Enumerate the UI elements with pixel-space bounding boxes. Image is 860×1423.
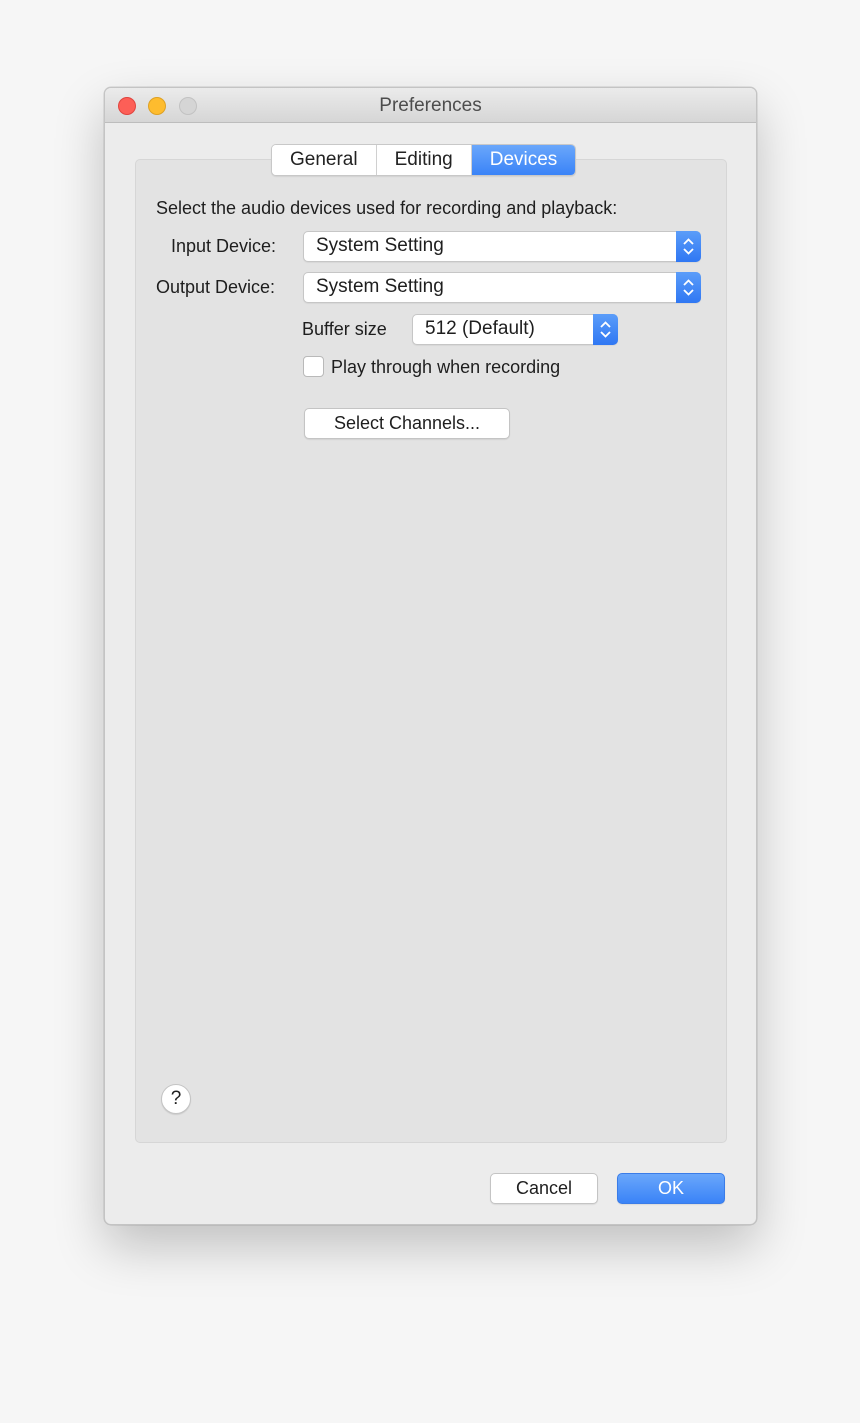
buffer-size-label: Buffer size [302, 319, 387, 339]
devices-panel [135, 159, 727, 1143]
play-through-checkbox[interactable] [303, 356, 324, 377]
buffer-size-select[interactable]: 512 (Default) [412, 314, 618, 345]
output-device-label: Output Device: [156, 277, 276, 297]
tab-bar: General Editing Devices [271, 144, 577, 176]
chevron-up-down-icon [676, 231, 701, 262]
output-device-value: System Setting [316, 276, 444, 297]
input-device-value: System Setting [316, 235, 444, 256]
title-bar[interactable]: Preferences [105, 88, 756, 123]
preferences-window: Preferences General Editing Devices Sele… [104, 87, 757, 1225]
output-device-select[interactable]: System Setting [303, 272, 701, 303]
devices-description: Select the audio devices used for record… [156, 198, 618, 218]
buffer-size-value: 512 (Default) [425, 318, 535, 339]
tab-devices[interactable]: Devices [471, 145, 576, 175]
tab-general[interactable]: General [272, 145, 377, 175]
input-device-select[interactable]: System Setting [303, 231, 701, 262]
tab-editing[interactable]: Editing [376, 145, 472, 175]
cancel-button[interactable]: Cancel [490, 1173, 598, 1204]
chevron-up-down-icon [676, 272, 701, 303]
input-device-label: Input Device: [171, 236, 277, 256]
ok-button[interactable]: OK [617, 1173, 725, 1204]
play-through-label[interactable]: Play through when recording [331, 357, 560, 378]
chevron-up-down-icon [593, 314, 618, 345]
window-title: Preferences [379, 95, 482, 116]
question-mark-icon[interactable]: ? [161, 1084, 191, 1114]
select-channels-button[interactable]: Select Channels... [304, 408, 510, 439]
